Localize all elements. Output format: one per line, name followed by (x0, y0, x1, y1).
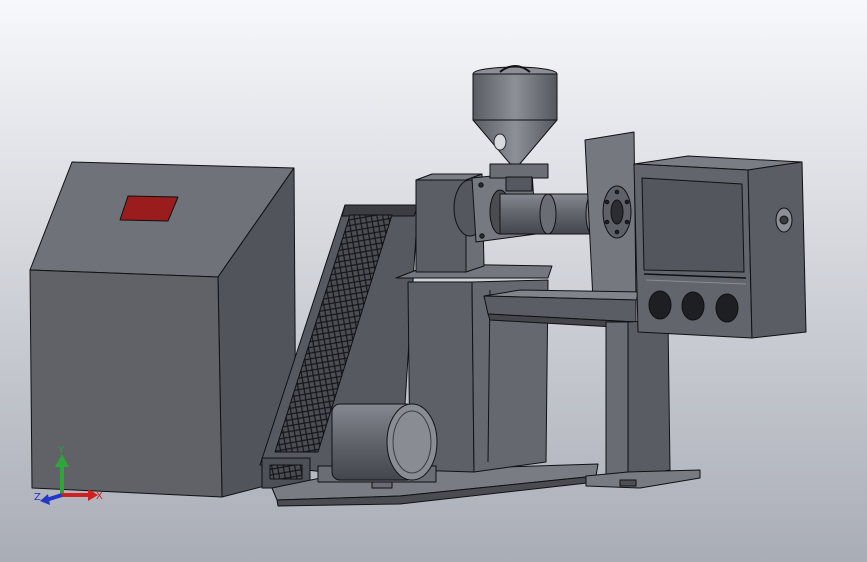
conveyor-inlet-grill (269, 464, 303, 480)
hopper-feed-throat (489, 163, 549, 179)
triad-z-label: Z (34, 492, 41, 503)
cabinet-red-panel[interactable] (119, 195, 179, 222)
model-scene[interactable]: Y X Z (0, 0, 867, 562)
cad-viewport[interactable]: Y X Z (0, 0, 867, 562)
tank-port-1 (648, 290, 672, 320)
hopper-upper-body (472, 73, 558, 121)
tank-port-3 (715, 293, 739, 323)
tank-port-2 (681, 291, 705, 321)
cooling-tank[interactable] (633, 155, 807, 339)
die-support-plate[interactable] (584, 131, 637, 301)
drive-motor[interactable] (317, 403, 438, 483)
triad-x-label: X (96, 491, 103, 502)
triad-y-label: Y (57, 445, 65, 456)
conveyor-top-cap (341, 204, 419, 217)
control-cabinet[interactable] (29, 161, 297, 498)
tank-side (747, 161, 807, 339)
motor-end-cap (386, 403, 438, 481)
tank-window (641, 177, 745, 273)
